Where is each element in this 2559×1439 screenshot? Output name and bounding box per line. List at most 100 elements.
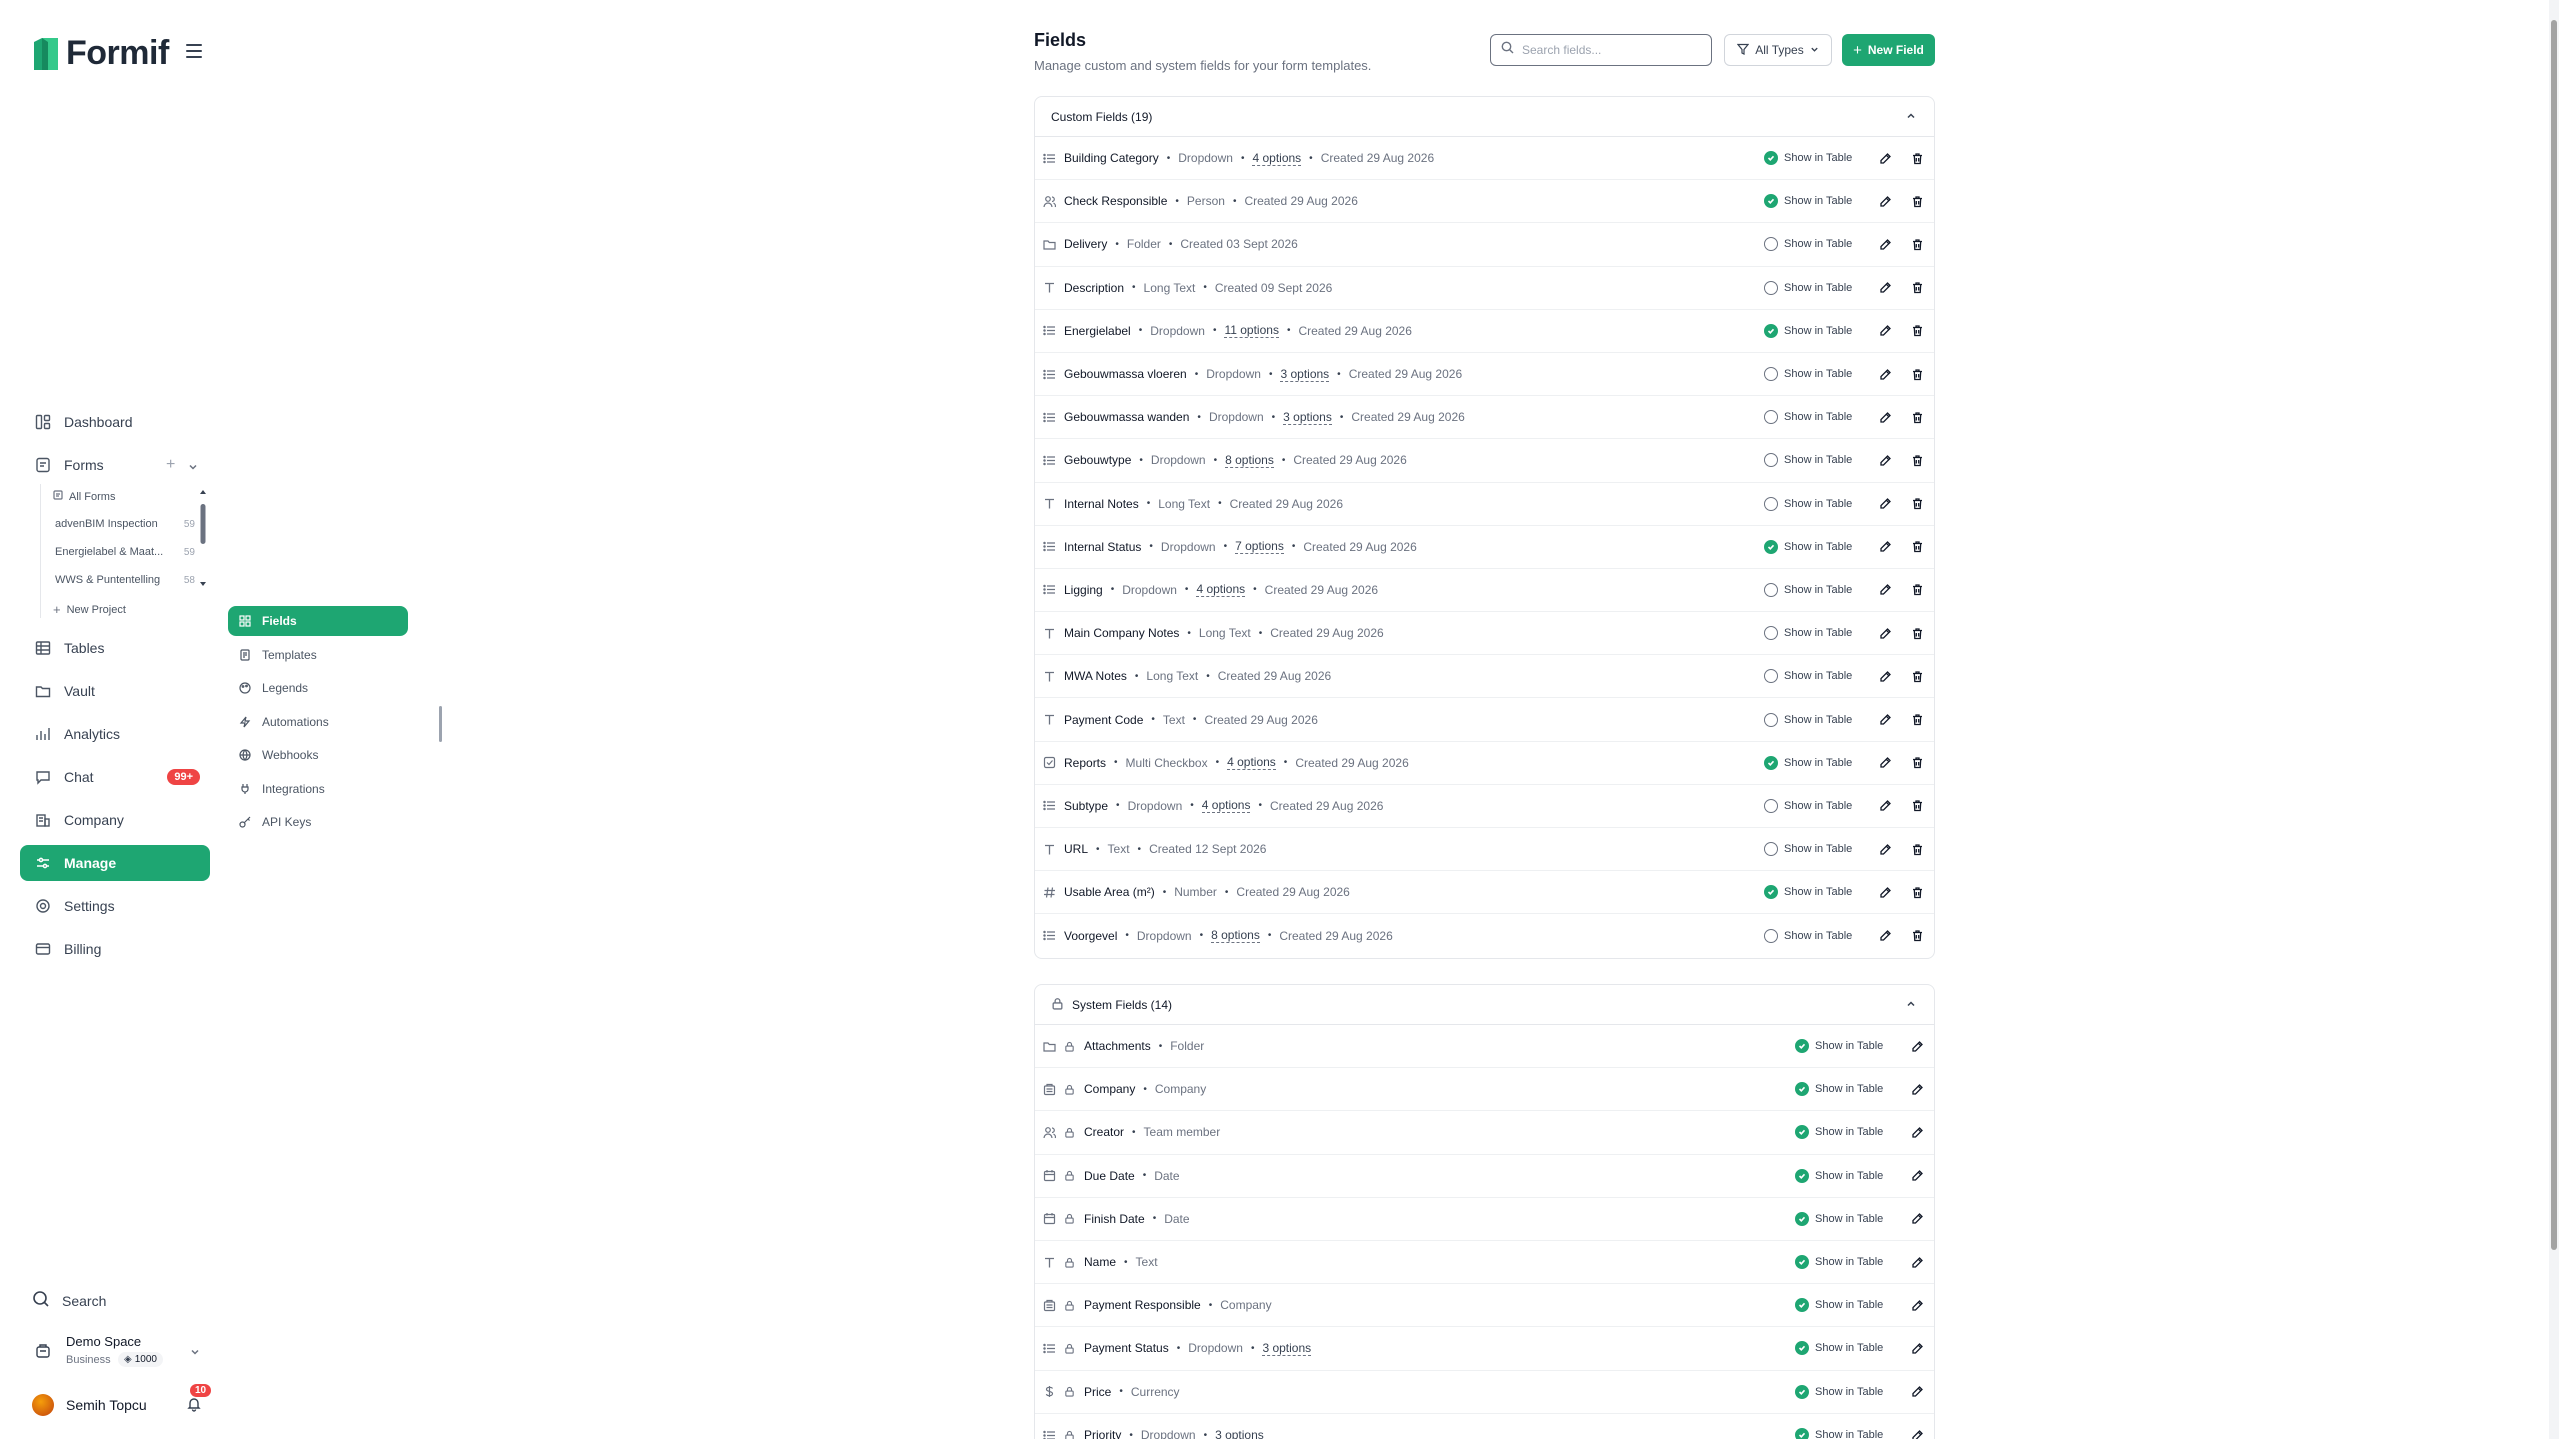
field-row[interactable]: Finish Date • Date Show in Table: [1035, 1198, 1934, 1241]
nav-vault[interactable]: Vault: [20, 673, 210, 709]
field-row[interactable]: Creator • Team member Show in Table: [1035, 1111, 1934, 1155]
field-row[interactable]: Payment Code • Text • Created 29 Aug 2026 Sho…: [1035, 698, 1934, 742]
field-options-link[interactable]: 4 options: [1196, 582, 1246, 598]
field-options-link[interactable]: 3 options: [1215, 1428, 1264, 1439]
all-forms-item[interactable]: All Forms: [53, 490, 193, 503]
workspace-switcher[interactable]: Demo Space Business ◈ 1000: [32, 1330, 202, 1374]
new-field-button[interactable]: + New Field: [1842, 34, 1935, 66]
field-row[interactable]: Usable Area (m²) • Number • Created 29 Aug 2…: [1035, 871, 1934, 915]
edit-pencil-icon[interactable]: [1877, 323, 1893, 339]
trash-icon[interactable]: [1909, 323, 1925, 339]
subnav-integrations[interactable]: Integrations: [228, 774, 408, 804]
show-in-table-toggle[interactable]: Show in Table: [1795, 1039, 1883, 1054]
trash-icon[interactable]: [1909, 841, 1925, 857]
edit-pencil-icon[interactable]: [1909, 1340, 1925, 1356]
edit-pencil-icon[interactable]: [1909, 1124, 1925, 1140]
show-in-table-toggle[interactable]: Show in Table: [1795, 1298, 1883, 1313]
field-row[interactable]: Description • Long Text • Created 09 Sept 20…: [1035, 267, 1934, 310]
edit-pencil-icon[interactable]: [1877, 625, 1893, 641]
show-in-table-toggle[interactable]: Show in Table: [1795, 1341, 1883, 1356]
subnav-legends[interactable]: Legends: [228, 673, 408, 703]
show-in-table-toggle[interactable]: Show in Table: [1764, 885, 1852, 900]
show-in-table-toggle[interactable]: Show in Table: [1764, 410, 1852, 425]
nav-company[interactable]: Company: [20, 802, 210, 838]
new-project-item[interactable]: + New Project: [53, 602, 193, 617]
show-in-table-toggle[interactable]: Show in Table: [1764, 367, 1852, 382]
forms-scrollbar[interactable]: [199, 488, 207, 588]
search-input[interactable]: [1522, 43, 1692, 57]
show-in-table-toggle[interactable]: Show in Table: [1764, 151, 1852, 166]
field-options-link[interactable]: 3 options: [1280, 367, 1330, 382]
trash-icon[interactable]: [1909, 928, 1925, 944]
app-logo[interactable]: Formif: [32, 34, 169, 73]
trash-icon[interactable]: [1909, 712, 1925, 728]
trash-icon[interactable]: [1909, 193, 1925, 209]
subnav-automations[interactable]: Automations: [228, 707, 408, 737]
edit-pencil-icon[interactable]: [1909, 1427, 1925, 1439]
subnav-api-keys[interactable]: API Keys: [228, 807, 408, 837]
show-in-table-toggle[interactable]: Show in Table: [1764, 712, 1852, 727]
chevron-down-icon[interactable]: [188, 459, 198, 475]
add-form-icon[interactable]: +: [166, 456, 175, 474]
show-in-table-toggle[interactable]: Show in Table: [1795, 1255, 1883, 1270]
trash-icon[interactable]: [1909, 496, 1925, 512]
edit-pencil-icon[interactable]: [1877, 798, 1893, 814]
trash-icon[interactable]: [1909, 582, 1925, 598]
form-item[interactable]: Energielabel & Maat... 59: [55, 546, 195, 558]
field-options-link[interactable]: 8 options: [1225, 453, 1274, 468]
edit-pencil-icon[interactable]: [1877, 193, 1893, 209]
field-row[interactable]: Price • Currency Show in Table: [1035, 1371, 1934, 1414]
field-row[interactable]: MWA Notes • Long Text • Created 29 Aug 2026 S…: [1035, 655, 1934, 699]
field-row[interactable]: URL • Text • Created 12 Sept 2026 Show in Tab…: [1035, 828, 1934, 872]
nav-chat[interactable]: Chat 99+: [20, 759, 210, 795]
field-row[interactable]: Main Company Notes • Long Text • Created 29 …: [1035, 612, 1934, 656]
edit-pencil-icon[interactable]: [1909, 1211, 1925, 1227]
field-row[interactable]: Internal Status • Dropdown • 7 options • Creat…: [1035, 526, 1934, 569]
user-menu[interactable]: Semih Topcu 10: [32, 1384, 212, 1420]
field-options-link[interactable]: 3 options: [1262, 1341, 1312, 1356]
field-options-link[interactable]: 3 options: [1283, 410, 1332, 425]
edit-pencil-icon[interactable]: [1877, 539, 1893, 555]
edit-pencil-icon[interactable]: [1877, 928, 1893, 944]
field-row[interactable]: Voorgevel • Dropdown • 8 options • Created 29 …: [1035, 914, 1934, 957]
trash-icon[interactable]: [1909, 236, 1925, 252]
field-row[interactable]: Name • Text Show in Table: [1035, 1241, 1934, 1285]
field-options-link[interactable]: 11 options: [1224, 323, 1279, 339]
subnav-webhooks[interactable]: Webhooks: [228, 740, 408, 770]
field-row[interactable]: Company • Company Show in Table: [1035, 1068, 1934, 1112]
show-in-table-toggle[interactable]: Show in Table: [1764, 669, 1852, 684]
field-row[interactable]: Gebouwmassa vloeren • Dropdown • 3 options • C…: [1035, 353, 1934, 397]
system-fields-header[interactable]: System Fields (14): [1035, 985, 1934, 1025]
global-search[interactable]: Search: [32, 1290, 106, 1311]
show-in-table-toggle[interactable]: Show in Table: [1764, 755, 1852, 770]
field-row[interactable]: Check Responsible • Person • Created 29 Aug …: [1035, 180, 1934, 224]
edit-pencil-icon[interactable]: [1877, 712, 1893, 728]
show-in-table-toggle[interactable]: Show in Table: [1764, 496, 1852, 511]
edit-pencil-icon[interactable]: [1877, 668, 1893, 684]
edit-pencil-icon[interactable]: [1877, 496, 1893, 512]
field-row[interactable]: Priority • Dropdown • 3 options Show in Table: [1035, 1414, 1934, 1439]
trash-icon[interactable]: [1909, 280, 1925, 296]
show-in-table-toggle[interactable]: Show in Table: [1764, 582, 1852, 597]
edit-pencil-icon[interactable]: [1877, 582, 1893, 598]
chevron-up-icon[interactable]: [1906, 110, 1916, 124]
nav-billing[interactable]: Billing: [20, 931, 210, 967]
show-in-table-toggle[interactable]: Show in Table: [1764, 280, 1852, 295]
panel-resize-handle[interactable]: [439, 706, 442, 742]
show-in-table-toggle[interactable]: Show in Table: [1795, 1428, 1883, 1439]
bell-icon[interactable]: [186, 1396, 202, 1415]
page-scrollbar[interactable]: [2549, 0, 2559, 1439]
nav-manage[interactable]: Manage: [20, 845, 210, 881]
field-options-link[interactable]: 7 options: [1235, 539, 1284, 555]
show-in-table-toggle[interactable]: Show in Table: [1764, 453, 1852, 468]
edit-pencil-icon[interactable]: [1909, 1038, 1925, 1054]
form-item[interactable]: advenBIM Inspection 59: [55, 518, 195, 530]
form-item[interactable]: WWS & Puntentelling 58: [55, 574, 195, 586]
show-in-table-toggle[interactable]: Show in Table: [1764, 237, 1852, 252]
field-row[interactable]: Internal Notes • Long Text • Created 29 Aug …: [1035, 483, 1934, 526]
edit-pencil-icon[interactable]: [1877, 841, 1893, 857]
show-in-table-toggle[interactable]: Show in Table: [1764, 626, 1852, 641]
show-in-table-toggle[interactable]: Show in Table: [1764, 194, 1852, 209]
nav-analytics[interactable]: Analytics: [20, 716, 210, 752]
show-in-table-toggle[interactable]: Show in Table: [1764, 798, 1852, 813]
